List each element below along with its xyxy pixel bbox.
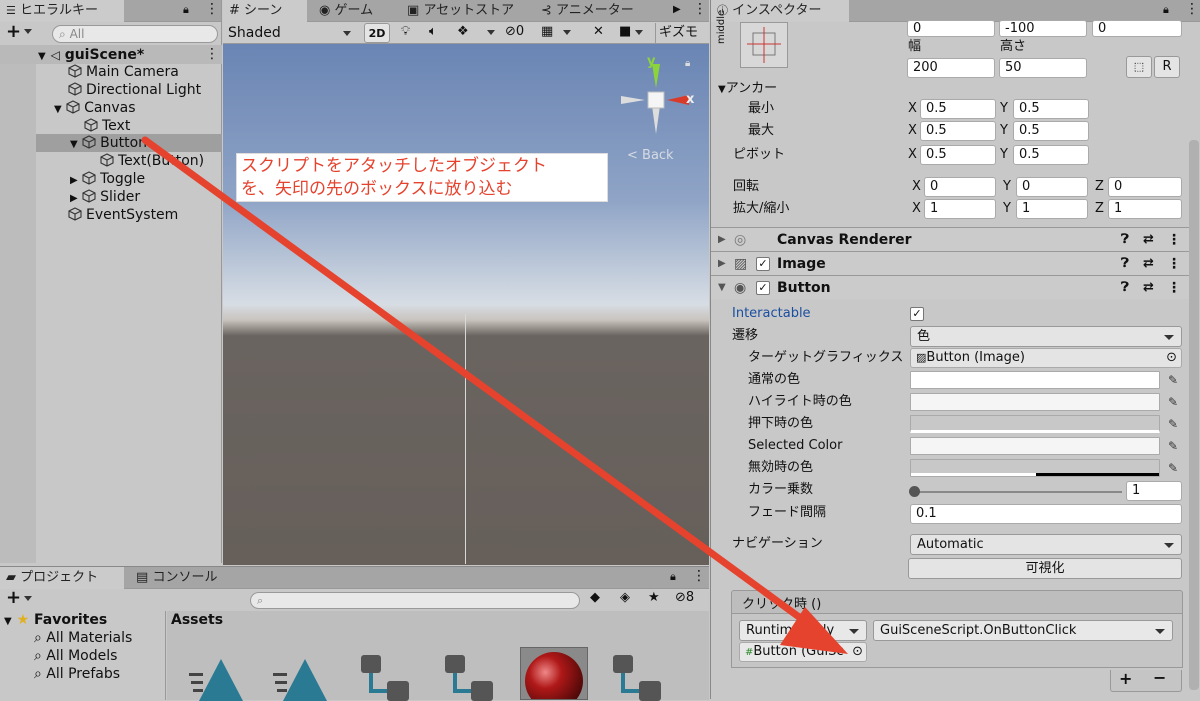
- annotation-arrow: [141, 136, 848, 654]
